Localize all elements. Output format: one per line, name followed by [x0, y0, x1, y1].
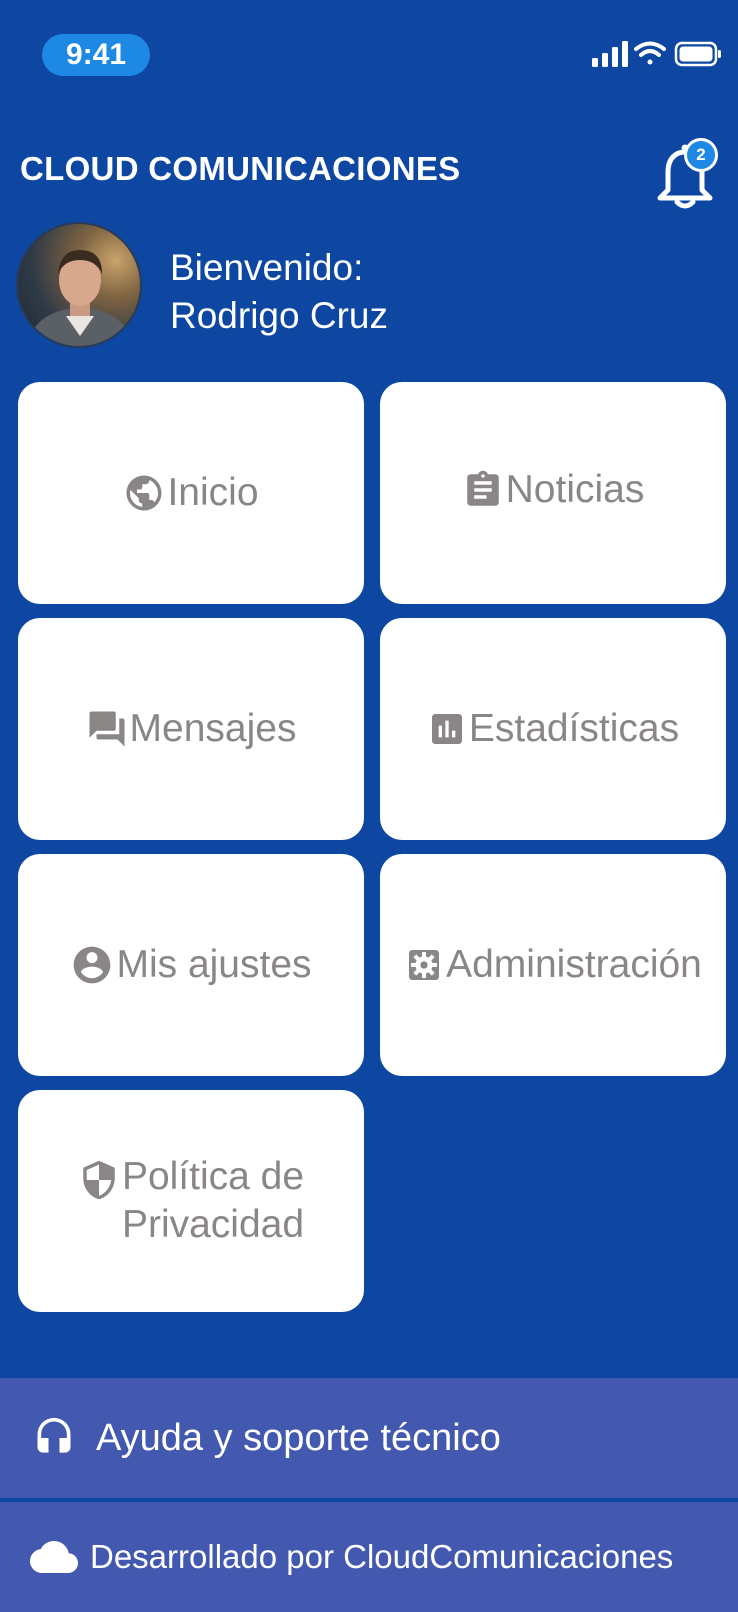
clipboard-icon	[466, 470, 499, 506]
greeting-label: Bienvenido:	[170, 247, 364, 288]
app-title: CLOUD COMUNICACIONES	[20, 150, 461, 187]
gear-icon	[409, 950, 440, 980]
menu-tile-estadisticas[interactable]: Estadísticas	[380, 618, 726, 840]
menu-label-inicio: Inicio	[167, 471, 259, 514]
menu-label-estadisticas: Estadísticas	[468, 707, 680, 750]
help-support-label: Ayuda y soporte técnico	[96, 1416, 501, 1459]
menu-tile-noticias[interactable]: Noticias	[380, 382, 726, 604]
bar-chart-icon	[431, 714, 462, 744]
status-time: 9:41	[42, 34, 150, 76]
menu-tile-mensajes[interactable]: Mensajes	[18, 618, 364, 840]
status-icons	[592, 41, 721, 67]
menu-tile-inicio[interactable]: Inicio	[18, 382, 364, 604]
menu-label-noticias: Noticias	[505, 468, 645, 511]
wifi-icon	[634, 41, 666, 65]
chat-icon	[89, 711, 125, 747]
menu-label-politica-privacidad: Política de Privacidad	[121, 1155, 305, 1246]
shield-icon	[83, 1160, 115, 1200]
menu-tile-mis-ajustes[interactable]: Mis ajustes	[18, 854, 364, 1076]
status-bar: 9:41	[0, 0, 738, 110]
developer-credit-label: Desarrollado por CloudComunicaciones	[90, 1538, 674, 1575]
cloud-icon	[30, 1541, 78, 1573]
menu-label-mensajes: Mensajes	[129, 707, 297, 750]
menu-tile-administracion[interactable]: Administración	[380, 854, 726, 1076]
menu-label-mis-ajustes: Mis ajustes	[116, 943, 312, 986]
headset-icon	[37, 1417, 71, 1453]
menu-label-administracion: Administración	[446, 943, 702, 986]
developer-credit: Desarrollado por CloudComunicaciones	[0, 1502, 738, 1612]
notification-badge: 2	[684, 138, 718, 172]
user-name: Rodrigo Cruz	[170, 295, 388, 336]
account-circle-icon	[74, 946, 111, 984]
menu-tile-politica-privacidad[interactable]: Política de Privacidad	[18, 1090, 364, 1312]
battery-icon	[674, 41, 721, 67]
welcome-text: Bienvenido: Rodrigo Cruz	[170, 244, 388, 340]
globe-icon	[126, 475, 162, 511]
avatar[interactable]	[16, 222, 142, 348]
help-support-button[interactable]: Ayuda y soporte técnico	[0, 1378, 738, 1498]
cellular-signal-icon	[592, 41, 628, 67]
